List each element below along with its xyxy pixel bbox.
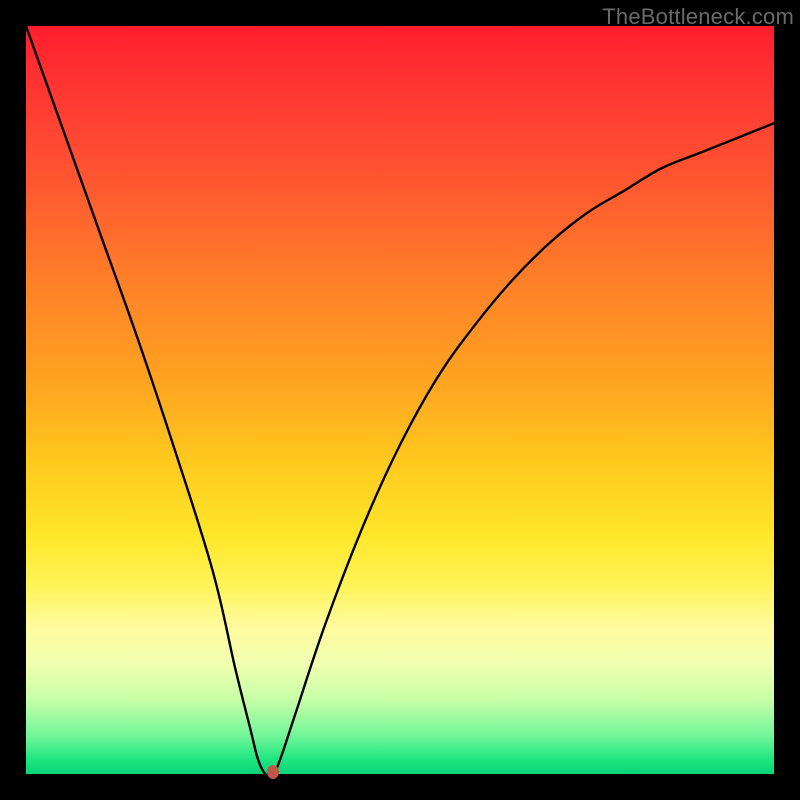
plot-area [26, 26, 774, 774]
chart-frame: TheBottleneck.com [0, 0, 800, 800]
bottleneck-curve [26, 26, 774, 774]
optimum-marker [267, 765, 279, 779]
